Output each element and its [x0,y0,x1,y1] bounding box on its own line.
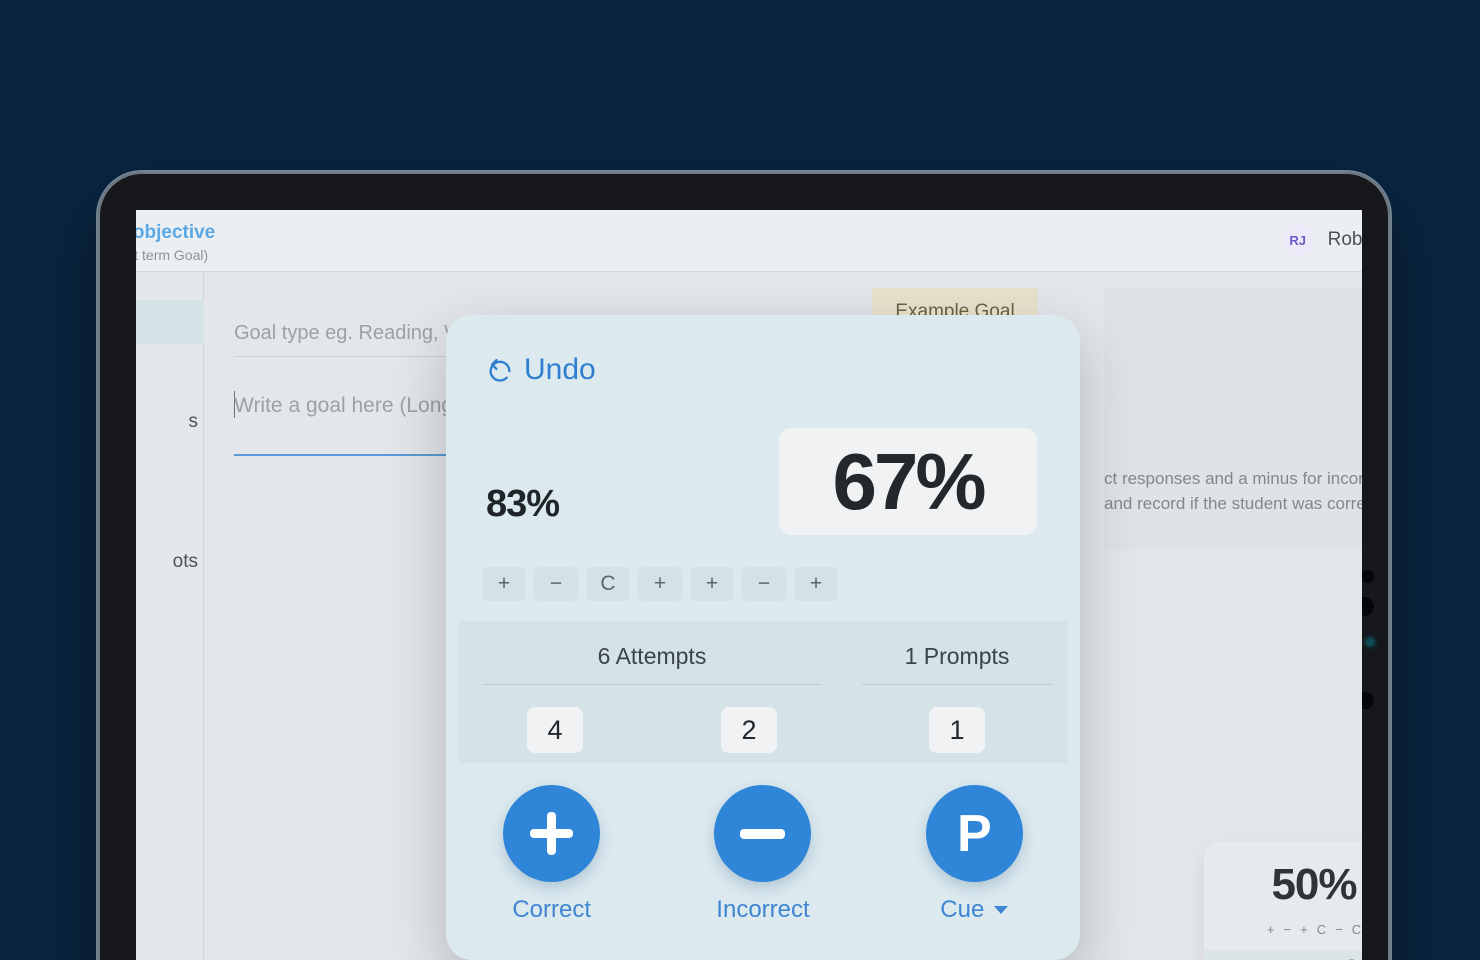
mark-chip[interactable]: − [534,567,578,601]
bg-attempts-column: ttempts 2 [1204,950,1314,960]
correct-button[interactable]: Correct [446,785,657,924]
prompts-count: 1 [929,707,985,753]
app-header: d objective hort term Goal) RJ Robert Jo [136,210,1362,272]
undo-button[interactable]: Undo [486,353,596,387]
action-button-row: Correct Incorrect P Cue [446,785,1080,924]
primary-percent-value: 67% [832,442,983,522]
plus-icon [503,785,600,882]
incorrect-label: Incorrect [657,896,868,924]
correct-label: Correct [446,896,657,924]
sidebar-item-0[interactable] [136,300,204,344]
correct-label-text: Correct [512,896,591,924]
page-subtitle: hort term Goal) [136,247,208,263]
attempts-header-text: 6 Attempts [598,643,707,669]
prompts-header-text: 1 Prompts [905,643,1010,669]
bg-mark: C [1352,922,1361,937]
user-menu[interactable]: RJ Robert Jo [1282,224,1362,256]
scene: d objective hort term Goal) RJ Robert Jo… [0,0,1480,960]
mark-chip[interactable]: + [690,567,734,601]
bg-mark: − [1335,922,1343,937]
sidebar-item-goals[interactable]: s [136,400,204,444]
counts-values: 4 2 1 [458,707,1068,753]
mark-history-row: + − C + + − + [482,567,838,601]
sidebar-item-data-spots[interactable]: ots [136,540,204,584]
mark-chip[interactable]: + [638,567,682,601]
page-title: d objective [136,222,215,244]
correct-count-wrap: 4 [458,707,652,753]
chevron-down-icon[interactable] [994,906,1008,914]
cue-label: Cue [869,896,1080,924]
minus-icon [714,785,811,882]
prompt-glyph: P [926,785,1023,882]
secondary-percent-value: 83% [486,483,559,526]
sidebar-item-label: s [189,411,199,433]
undo-icon [486,356,514,384]
bg-mark: − [1284,922,1292,937]
counts-panel: 6 Attempts 1 Prompts 4 2 1 [458,621,1068,763]
bg-mark: + [1267,922,1275,937]
correct-count: 4 [527,707,583,753]
sidebar-item-label: ots [173,551,198,573]
bg-percent-value: 50% [1204,860,1362,910]
bg-prompts-column: Prompts 2 [1314,950,1362,960]
bg-mark-row: + − + C − C [1204,922,1362,937]
undo-label: Undo [524,353,596,387]
prompts-count-wrap: 1 [846,707,1068,753]
data-collection-modal: Undo 83% 67% + − C + + − + 6 Attempts 1 … [446,315,1080,960]
mark-chip[interactable]: + [482,567,526,601]
avatar: RJ [1282,224,1314,256]
camera-sensor-icon [1361,570,1374,583]
mark-chip[interactable]: − [742,567,786,601]
counts-headers: 6 Attempts 1 Prompts [458,643,1068,685]
primary-percent-box: 67% [779,428,1037,535]
bg-mark: + [1300,922,1308,937]
mark-chip[interactable]: C [586,567,630,601]
prompts-header: 1 Prompts [846,643,1068,685]
cue-label-text: Cue [940,896,984,924]
incorrect-count: 2 [721,707,777,753]
instructions-card: ct responses and a minus for incorre and… [1104,288,1362,550]
background-data-widget[interactable]: 50% + − + C − C ttempts 2 [1204,842,1362,960]
attempts-header: 6 Attempts [458,643,846,685]
prompts-divider [862,684,1052,685]
cue-button[interactable]: P Cue [869,785,1080,924]
attempts-divider [482,684,822,685]
instructions-text: ct responses and a minus for incorre and… [1104,466,1362,516]
incorrect-count-wrap: 2 [652,707,846,753]
user-name: Robert Jo [1328,229,1362,251]
bg-mark: C [1317,922,1326,937]
incorrect-button[interactable]: Incorrect [657,785,868,924]
prompt-icon: P [926,785,1023,882]
indicator-light-icon [1366,638,1374,646]
mark-chip[interactable]: + [794,567,838,601]
bg-counts-panel: ttempts 2 Prompts 2 [1204,950,1362,960]
instructions-line-2: and record if the student was correct [1104,494,1362,513]
sidebar: s ots [136,272,204,960]
incorrect-label-text: Incorrect [716,896,809,924]
instructions-line-1: ct responses and a minus for incorre [1104,469,1362,488]
